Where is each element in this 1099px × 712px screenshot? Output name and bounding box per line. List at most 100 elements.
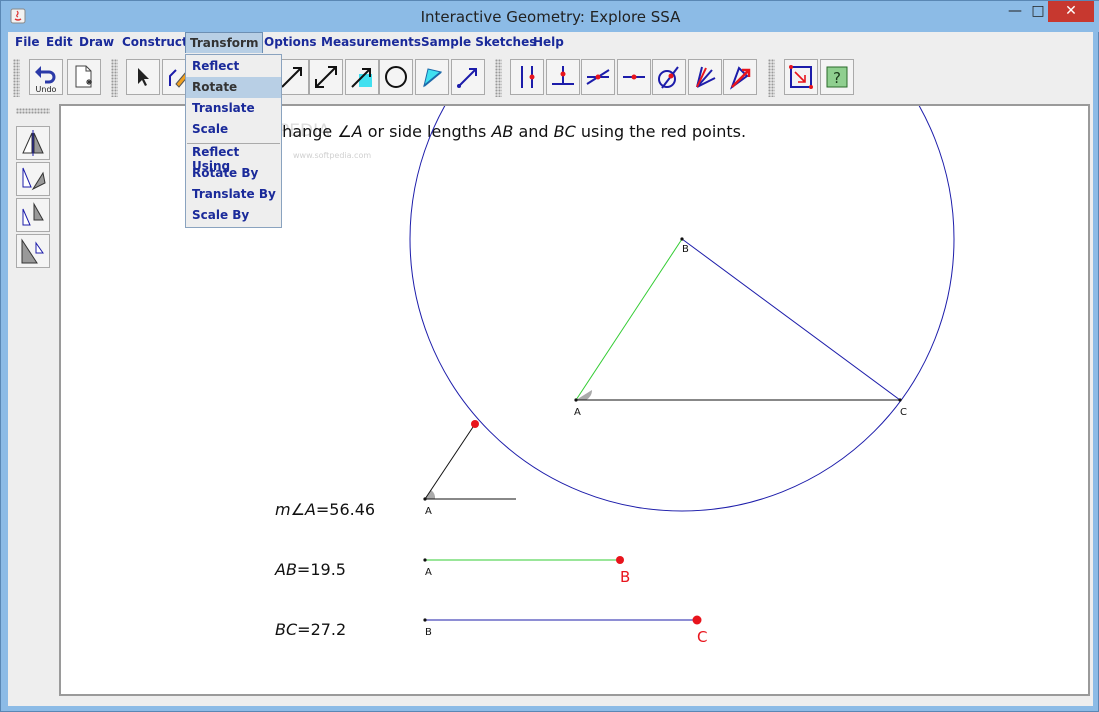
menu-construct[interactable]: Construct	[122, 35, 188, 49]
client-area: File Edit Draw Construct Transform Optio…	[8, 32, 1093, 706]
menu-item-scale-by[interactable]: Scale By	[186, 205, 281, 226]
red-arrow-icon	[729, 66, 751, 90]
maximize-button[interactable]: □	[1029, 1, 1047, 22]
instruction-seg2: BC	[554, 122, 577, 141]
translate-tool-button[interactable]	[16, 198, 50, 232]
line-tool-button[interactable]	[309, 59, 343, 95]
circle-icon	[385, 66, 407, 88]
segment-arrow-icon	[457, 68, 477, 88]
frame-select-icon	[789, 65, 813, 89]
menu-bar: File Edit Draw Construct Transform Optio…	[8, 32, 1093, 53]
ab-control-handle[interactable]	[616, 556, 624, 564]
title-bar[interactable]: Interactive Geometry: Explore SSA — □ ✕	[1, 1, 1099, 32]
midpoint-tool-button[interactable]	[617, 59, 651, 95]
ray-icon	[281, 67, 302, 88]
bc-control-end-label: C	[697, 628, 707, 646]
perpendicular-tool-button[interactable]	[546, 59, 580, 95]
circle-radius-bc[interactable]	[409, 106, 955, 512]
vector-tool-button[interactable]	[345, 59, 379, 95]
segment-tool-button[interactable]	[451, 59, 485, 95]
select-tool-button[interactable]	[126, 59, 160, 95]
intersection-tool-button[interactable]	[581, 59, 615, 95]
reflect-tool-button[interactable]	[16, 126, 50, 160]
ab-control-start-label: A	[425, 567, 432, 578]
menu-draw[interactable]: Draw	[79, 35, 114, 49]
menu-item-reflect-using[interactable]: Reflect Using	[186, 142, 281, 173]
segment-bc[interactable]	[681, 238, 901, 401]
angle-a-marker	[576, 390, 593, 400]
toolbar-grip[interactable]	[13, 59, 20, 97]
rotate-triangles-icon	[22, 167, 46, 191]
ab-measurement: AB=19.5	[274, 560, 346, 579]
parallel-tool-button[interactable]	[510, 59, 544, 95]
menu-item-rotate[interactable]: Rotate	[186, 77, 281, 98]
bc-measure-value: =27.2	[297, 620, 346, 639]
menu-item-scale[interactable]: Scale	[186, 119, 281, 140]
rotate-tool-button[interactable]	[16, 162, 50, 196]
ab-control-start	[423, 558, 427, 562]
point-c[interactable]	[898, 398, 902, 402]
bc-control-start-label: B	[425, 627, 432, 638]
toolbar: Undo ?	[8, 53, 1093, 101]
toolbar-grip[interactable]	[111, 59, 118, 97]
angle-measure-var: A	[304, 500, 316, 519]
dilate-tool-button[interactable]	[723, 59, 757, 95]
perpendicular-icon	[552, 66, 574, 85]
side-toolbar-grip[interactable]	[16, 108, 50, 114]
close-button[interactable]: ✕	[1048, 1, 1094, 22]
translate-triangles-icon	[22, 202, 44, 226]
svg-text:?: ?	[833, 69, 841, 87]
label-b: B	[682, 244, 689, 255]
arrow-pointer-icon	[138, 68, 149, 86]
question-mark-icon: ?	[826, 66, 848, 88]
scale-triangles-icon	[21, 238, 44, 264]
bc-control-handle[interactable]	[692, 615, 702, 625]
vector-square-icon	[351, 68, 372, 88]
bc-control-start	[423, 618, 427, 622]
midpoint-icon	[623, 74, 645, 80]
angle-measurement: m∠A=56.46	[275, 500, 375, 519]
dilate-side-tool-button[interactable]	[16, 234, 50, 268]
undo-icon	[35, 66, 56, 84]
menu-item-rotate-by[interactable]: Rotate By	[186, 163, 281, 184]
angle-control-handle[interactable]	[471, 420, 479, 428]
angle-control-label: A	[425, 506, 432, 517]
undo-button[interactable]: Undo	[29, 59, 63, 95]
instruction-angle-var: A	[351, 122, 363, 141]
menu-transform[interactable]: Transform	[185, 32, 264, 53]
toolbar-grip[interactable]	[768, 59, 775, 97]
angle-control-vertex	[423, 497, 427, 501]
minimize-button[interactable]: —	[1001, 1, 1029, 22]
segment-ab[interactable]	[575, 238, 683, 401]
point-a[interactable]	[574, 398, 578, 402]
reflect-triangles-icon	[22, 130, 44, 156]
menu-help[interactable]: Help	[533, 35, 564, 49]
menu-item-reflect[interactable]: Reflect	[186, 56, 281, 77]
undo-label: Undo	[35, 85, 57, 94]
instruction-angle-symbol: ∠	[337, 122, 351, 141]
menu-item-translate[interactable]: Translate	[186, 98, 281, 119]
intersecting-lines-icon	[586, 69, 610, 85]
point-b[interactable]	[680, 237, 684, 241]
polygon-tool-button[interactable]	[415, 59, 449, 95]
menu-edit[interactable]: Edit	[46, 35, 73, 49]
circle-line-icon	[658, 66, 679, 89]
bisector-tool-button[interactable]	[688, 59, 722, 95]
instruction-suffix: using the red points.	[576, 122, 746, 141]
menu-measurements[interactable]: Measurements	[321, 35, 421, 49]
menu-sample-sketches[interactable]: Sample Sketches	[421, 35, 536, 49]
menu-options[interactable]: Options	[264, 35, 317, 49]
help-tool-button[interactable]: ?	[820, 59, 854, 95]
ab-measure-value: =19.5	[297, 560, 346, 579]
watermark-url: www.softpedia.com	[293, 151, 371, 160]
menu-item-translate-by[interactable]: Translate By	[186, 184, 281, 205]
instruction-and: and	[513, 122, 553, 141]
instruction-text: Change ∠A or side lengths AB and BC usin…	[271, 122, 746, 141]
angle-bisector-tool-button[interactable]	[652, 59, 686, 95]
hide-show-tool-button[interactable]	[784, 59, 818, 95]
menu-file[interactable]: File	[15, 35, 40, 49]
new-sketch-button[interactable]	[67, 59, 101, 95]
circle-tool-button[interactable]	[379, 59, 413, 95]
label-c: C	[900, 407, 907, 418]
toolbar-grip[interactable]	[495, 59, 502, 97]
